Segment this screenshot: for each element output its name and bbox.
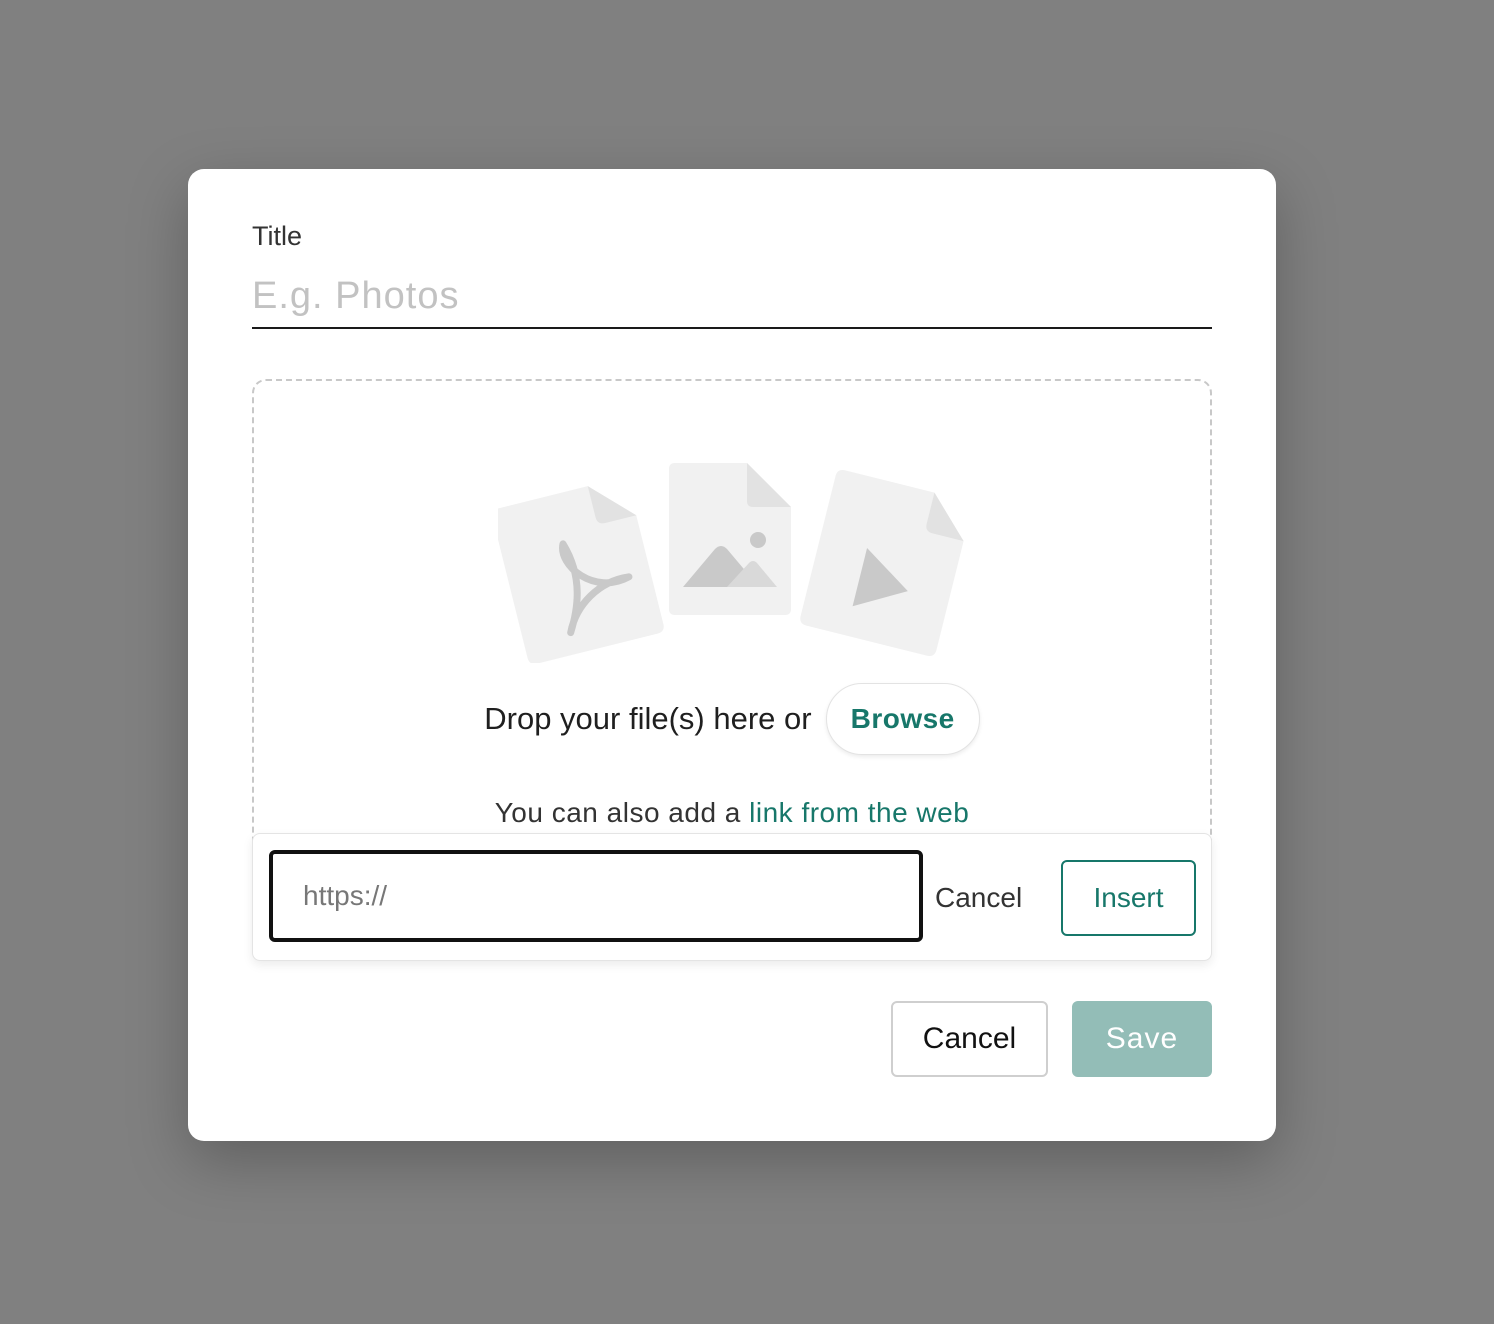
link-cancel-button[interactable]: Cancel (919, 862, 1038, 934)
file-types-illustration (498, 463, 964, 663)
upload-dialog: Title Dro (188, 169, 1276, 1141)
file-dropzone[interactable]: Drop your file(s) here or Browse You can… (252, 379, 1212, 851)
web-link-prompt: You can also add a link from the web (254, 797, 1210, 829)
web-link-panel: Cancel Insert (252, 833, 1212, 961)
image-file-icon (669, 463, 791, 615)
insert-button[interactable]: Insert (1061, 860, 1196, 936)
browse-button[interactable]: Browse (825, 683, 980, 755)
title-input[interactable] (252, 265, 1212, 329)
web-link-prompt-text: You can also add a (494, 797, 741, 828)
title-label: Title (252, 221, 303, 251)
cancel-button[interactable]: Cancel (891, 1001, 1048, 1077)
pdf-file-icon (498, 486, 664, 663)
save-button[interactable]: Save (1072, 1001, 1212, 1077)
link-from-web-link[interactable]: link from the web (749, 797, 969, 828)
video-file-icon (800, 470, 964, 656)
url-input[interactable] (269, 850, 923, 942)
drop-instructions: Drop your file(s) here or (484, 701, 812, 736)
drop-row: Drop your file(s) here or Browse (254, 681, 1210, 757)
